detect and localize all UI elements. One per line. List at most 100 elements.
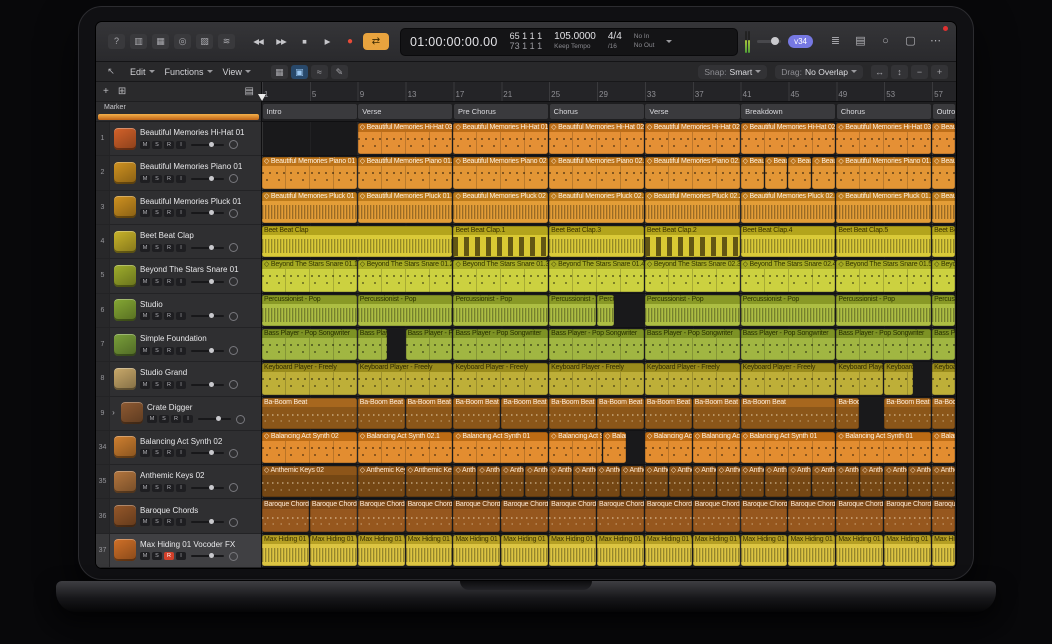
region[interactable]: ◇ Beyond The Stars Snare 01.2 (358, 260, 453, 291)
region[interactable]: Max Hiding 01 V (693, 535, 740, 566)
mute-button[interactable]: M (140, 209, 150, 217)
arrangement-marker[interactable]: Chorus (550, 104, 644, 119)
region[interactable]: Baroque Chords (645, 500, 692, 531)
add-track-button[interactable]: + (103, 86, 109, 97)
mute-button[interactable]: M (140, 141, 150, 149)
region[interactable]: ◇ Anthemic Keys 02.15 (741, 466, 764, 497)
volume-slider-handle[interactable] (209, 382, 214, 387)
region[interactable]: Keyboard Player - Freely (836, 363, 883, 394)
region[interactable]: ◇ Beyond The Stars Snare 01.5 (836, 260, 931, 291)
region[interactable]: Max Hiding 01 V (932, 535, 955, 566)
region[interactable]: ◇ Beautiful Memories Pluck 01.2 (836, 192, 931, 223)
snap-dropdown[interactable]: Snap: Smart (698, 65, 767, 79)
region[interactable]: ◇ Beautiful Memories Pluck 01 (262, 192, 357, 223)
region[interactable]: Baroque Chords (884, 500, 931, 531)
arrangement-marker[interactable]: Verse (358, 104, 452, 119)
pencil-icon[interactable]: ✎ (331, 65, 348, 79)
region[interactable]: Baroque Chords (597, 500, 644, 531)
record-enable-button[interactable]: R (164, 449, 174, 457)
region[interactable]: ◇ Balancing Act Synth 01 (453, 432, 548, 463)
pan-knob[interactable] (229, 312, 238, 321)
region[interactable]: ◇ Beautiful Memories Piano 02.1 (549, 157, 644, 188)
arrangement-marker[interactable]: Pre Chorus (454, 104, 548, 119)
region[interactable]: Max Hiding 01 V (741, 535, 788, 566)
solo-button[interactable]: S (152, 518, 162, 526)
solo-button[interactable]: S (152, 312, 162, 320)
region[interactable]: ◇ Anthemic Keys 02.2 (406, 466, 453, 497)
input-monitor-button[interactable]: I (176, 278, 186, 286)
catch-playhead-icon[interactable]: ▣ (291, 65, 308, 79)
record-enable-button[interactable]: R (164, 518, 174, 526)
region[interactable]: ◇ Balancing Act Synth 01 (741, 432, 836, 463)
mute-button[interactable]: M (140, 484, 150, 492)
region[interactable]: ◇ Beautiful Memories Pluck 02.2 (645, 192, 740, 223)
pan-knob[interactable] (229, 518, 238, 527)
track-header[interactable]: 36Baroque ChordsMSRI (96, 499, 261, 533)
quick-help-icon[interactable]: ? (108, 34, 125, 49)
region[interactable]: ◇ Beautiful Memories Pluck 02 (453, 192, 548, 223)
region[interactable]: Baroque Chords (406, 500, 453, 531)
region[interactable]: Keyboard Player - Freely (549, 363, 644, 394)
region[interactable]: ◇ Beautiful Memories Piano 03.2 (788, 157, 811, 188)
region[interactable]: ◇ Anthemic Keys 02 (262, 466, 357, 497)
record-enable-button[interactable]: R (164, 347, 174, 355)
volume-slider[interactable] (191, 521, 224, 523)
h-zoom-icon[interactable]: ↔ (871, 65, 888, 79)
record-enable-button[interactable]: R (164, 209, 174, 217)
track-header[interactable]: 4Beet Beat ClapMSRI (96, 225, 261, 259)
volume-slider[interactable] (191, 555, 224, 557)
region[interactable]: ◇ Beyond The Stars Snare 01.4 (549, 260, 644, 291)
region[interactable]: Ba-Boom Beat (932, 398, 955, 429)
input-monitor-button[interactable]: I (176, 347, 186, 355)
volume-slider-handle[interactable] (209, 313, 214, 318)
smart-controls-icon[interactable]: ◎ (174, 34, 191, 49)
volume-slider[interactable] (191, 452, 224, 454)
volume-slider[interactable] (191, 281, 224, 283)
pointer-tool-icon[interactable]: ↖ (104, 66, 118, 77)
region[interactable]: Keyboard Player - Freely (262, 363, 357, 394)
region[interactable]: Beet Beat Clap.4 (741, 226, 836, 257)
region[interactable]: ◇ Anthemic Keys 02.8 (573, 466, 596, 497)
region[interactable]: Baroque Chords (788, 500, 835, 531)
region[interactable]: ◇ Anthemic Keys 02.18 (812, 466, 835, 497)
volume-handle[interactable] (771, 37, 779, 45)
marker-track-header[interactable]: Marker (96, 102, 261, 122)
forward-button[interactable]: ▶▶ (271, 33, 291, 50)
record-enable-button[interactable]: R (164, 484, 174, 492)
region[interactable]: ◇ Anthemic Keys 02.1 (358, 466, 405, 497)
volume-slider-handle[interactable] (209, 279, 214, 284)
region[interactable]: Keyboard Player - Freely (358, 363, 453, 394)
solo-button[interactable]: S (152, 347, 162, 355)
menu-edit[interactable]: Edit (126, 66, 159, 78)
region[interactable]: Percussionist - Pop (597, 295, 614, 326)
input-monitor-button[interactable]: I (176, 244, 186, 252)
track-header[interactable]: 37Max Hiding 01 Vocoder FXMSRI (96, 534, 261, 568)
region[interactable]: Bass Player - Pop Songwriter (406, 329, 453, 360)
region[interactable]: ◇ Beautiful Memories Hi-Hat 02.2 (645, 123, 740, 154)
volume-slider-handle[interactable] (209, 450, 214, 455)
region[interactable]: ◇ Beautiful Memories Pluck 02.3 (741, 192, 836, 223)
solo-button[interactable]: S (152, 244, 162, 252)
solo-button[interactable]: S (152, 175, 162, 183)
region[interactable]: ◇ Beautiful Memories Hi-Hat 02.1 (549, 123, 644, 154)
region[interactable]: ◇ Anthemic Keys 02.16 (765, 466, 788, 497)
volume-slider[interactable] (191, 144, 224, 146)
region[interactable]: ◇ Balancing Act Synth 01 (693, 432, 740, 463)
region[interactable]: ◇ Beautiful Memories Hi-Hat 03.2 (836, 123, 931, 154)
region[interactable]: ◇ Beyond The Stars Snare 01.3 (453, 260, 548, 291)
region[interactable]: Percussionist - Pop (453, 295, 548, 326)
solo-button[interactable]: S (152, 141, 162, 149)
region[interactable]: ◇ Beautiful Memories Hi-Hat 03.1 (358, 123, 453, 154)
volume-slider[interactable] (191, 315, 224, 317)
region[interactable]: ◇ Anthemic Keys 02.7 (549, 466, 572, 497)
region[interactable]: Percussionist - Pop (358, 295, 453, 326)
zoom-out-icon[interactable]: − (911, 65, 928, 79)
region[interactable]: Percussionist - Pop (549, 295, 596, 326)
region[interactable]: Bass Player - Pop Songwriter (549, 329, 644, 360)
region[interactable]: ◇ Beautiful Memories Piano 02.2 (645, 157, 740, 188)
v-zoom-icon[interactable]: ↕ (891, 65, 908, 79)
region[interactable]: ◇ Anthemic Keys 02.3 (453, 466, 476, 497)
region[interactable]: ◇ Balancing Act Synth 02.1 (358, 432, 453, 463)
record-enable-button[interactable]: R (164, 312, 174, 320)
region[interactable]: ◇ Beyond The Stars Snare 02.4 (741, 260, 836, 291)
